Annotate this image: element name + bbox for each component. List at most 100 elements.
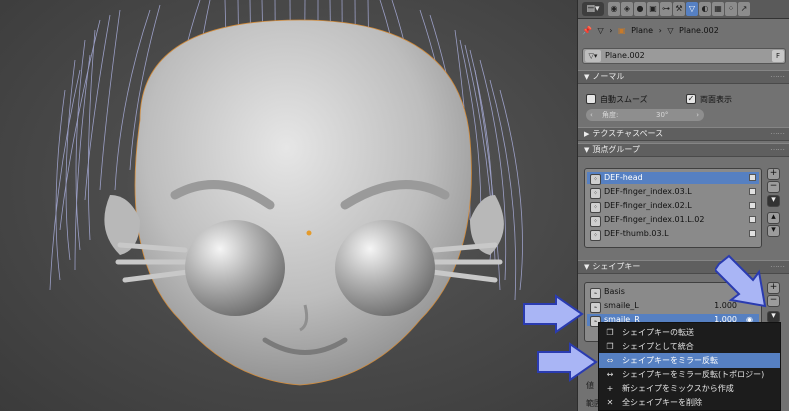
menu-item-mirror-topology[interactable]: ↔ シェイプキーをミラー反転(トポロジー)	[599, 367, 780, 382]
menu-item-label: シェイプキーの転送	[622, 328, 694, 337]
menu-item-transfer[interactable]: ❐ シェイプキーの転送	[599, 325, 780, 340]
object-icon[interactable]: ▣	[647, 2, 659, 16]
double-sided-checkbox[interactable]: ✓	[686, 94, 696, 104]
breadcrumb: 📌 ▽ › ▣ Plane › ▽ Plane.002	[582, 22, 786, 40]
render-icon[interactable]: ◉	[608, 2, 620, 16]
pin-icon[interactable]: 📌	[582, 26, 592, 35]
list-item[interactable]: ⁘ DEF-finger_index.03.L	[587, 186, 759, 199]
remove-vertex-group-button[interactable]: −	[767, 181, 780, 193]
breadcrumb-separator-1: ›	[609, 26, 613, 35]
object-origin[interactable]	[306, 230, 312, 236]
eye-left	[185, 220, 285, 316]
move-up-button[interactable]: ▴	[767, 212, 780, 224]
arrows-horizontal-icon: ⇔	[606, 356, 614, 365]
shape-key-name: Basis	[604, 287, 625, 296]
vertex-group-name: DEF-thumb.03.L	[604, 229, 669, 238]
expand-triangle-icon: ▼	[584, 73, 590, 81]
lock-icon[interactable]	[749, 216, 756, 223]
lock-icon[interactable]	[749, 174, 756, 181]
texture-space-panel-header[interactable]: ▶ テクスチャスペース ⋯⋯	[578, 127, 789, 141]
world-icon[interactable]: ●	[634, 2, 646, 16]
angle-left-arrow-icon[interactable]: ‹	[590, 109, 593, 121]
angle-right-arrow-icon[interactable]: ›	[696, 109, 699, 121]
collapse-triangle-icon: ▶	[584, 130, 590, 138]
move-down-button[interactable]: ▾	[767, 225, 780, 237]
x-icon: ✕	[606, 398, 614, 407]
vertex-group-name: DEF-finger_index.01.L.02	[604, 215, 705, 224]
auto-smooth-checkbox[interactable]	[586, 94, 596, 104]
copy-icon: ❐	[606, 342, 614, 351]
list-item[interactable]: ⁘ DEF-thumb.03.L	[587, 228, 759, 241]
double-sided-label: 両面表示	[700, 95, 732, 104]
drag-grip-icon[interactable]: ⋯⋯	[770, 144, 785, 156]
material-icon[interactable]: ◐	[699, 2, 711, 16]
character-head-render	[49, 0, 523, 386]
angle-label: 角度:	[602, 111, 619, 119]
vertex-group-icon: ⁘	[590, 188, 601, 199]
vertex-group-name: DEF-finger_index.03.L	[604, 187, 692, 196]
annotation-arrow-icon	[537, 342, 598, 382]
object-icon: ▣	[617, 26, 626, 35]
3d-viewport[interactable]	[0, 0, 577, 411]
shape-keys-title: シェイプキー	[592, 262, 641, 271]
properties-header: ▤▾ ◉ ◈ ● ▣ ⊶ ⚒ ▽ ◐ ▦ ⁘ ↗	[578, 0, 789, 19]
lock-icon[interactable]	[749, 202, 756, 209]
particles-icon[interactable]: ⁘	[725, 2, 737, 16]
lock-icon[interactable]	[749, 188, 756, 195]
vertex-group-list[interactable]: ⁘ DEF-head ⁘ DEF-finger_index.03.L ⁘ DEF-fi…	[584, 168, 762, 248]
expand-triangle-icon: ▼	[584, 263, 590, 271]
auto-smooth-label: 自動スムーズ	[600, 95, 648, 104]
vertex-group-icon: ⁘	[590, 202, 601, 213]
vertex-group-icon: ⁘	[590, 230, 601, 241]
breadcrumb-separator-2: ›	[658, 26, 662, 35]
constraints-icon[interactable]: ⊶	[660, 2, 672, 16]
annotation-arrow-icon	[715, 254, 767, 308]
list-item[interactable]: ⁘ DEF-finger_index.01.L.02	[587, 214, 759, 227]
menu-item-join-as-shapes[interactable]: ❐ シェイプとして統合	[599, 339, 780, 354]
menu-item-delete-all[interactable]: ✕ 全シェイプキーを削除	[599, 395, 780, 410]
scene-icon[interactable]: ◈	[621, 2, 633, 16]
eye-right	[335, 220, 435, 316]
vertex-group-specials-button[interactable]: ▾	[767, 195, 780, 207]
normals-panel-header[interactable]: ▼ ノーマル ⋯⋯	[578, 70, 789, 84]
properties-editor-icon[interactable]: ▤▾	[582, 2, 604, 16]
add-vertex-group-button[interactable]: +	[767, 168, 780, 180]
breadcrumb-object: Plane	[631, 26, 654, 35]
texture-space-title: テクスチャスペース	[592, 129, 664, 138]
shape-key-icon: ⌁	[590, 288, 601, 299]
physics-icon[interactable]: ↗	[738, 2, 750, 16]
menu-item-label: 全シェイプキーを削除	[622, 398, 702, 407]
vertex-group-icon: ⁘	[590, 216, 601, 227]
vertex-groups-title: 頂点グループ	[592, 145, 640, 154]
arrows-horizontal-icon: ↔	[606, 370, 614, 379]
data-icon[interactable]: ▽	[686, 2, 698, 16]
shape-key-name: smaile_L	[604, 301, 639, 310]
drag-grip-icon[interactable]: ⋯⋯	[770, 128, 785, 140]
menu-item-label: シェイプキーをミラー反転	[622, 356, 718, 365]
fake-user-button[interactable]: F	[772, 50, 784, 62]
copy-icon: ❐	[606, 328, 614, 337]
lock-icon[interactable]	[749, 230, 756, 237]
mesh-data-icon: ▽	[667, 26, 674, 35]
menu-item-label: 新シェイプをミックスから作成	[622, 384, 734, 393]
mesh-browse-icon[interactable]: ▽▾	[585, 50, 601, 62]
drag-grip-icon[interactable]: ⋯⋯	[770, 71, 785, 83]
normals-title: ノーマル	[592, 72, 625, 81]
shape-key-icon: ⌁	[590, 302, 601, 313]
menu-item-new-from-mix[interactable]: + 新シェイプをミックスから作成	[599, 381, 780, 396]
menu-item-mirror-shape-key[interactable]: ⇔ シェイプキーをミラー反転	[599, 353, 780, 368]
list-item[interactable]: ⁘ DEF-head	[587, 172, 759, 185]
menu-item-label: シェイプキーをミラー反転(トポロジー)	[622, 370, 765, 379]
angle-field[interactable]: ‹ 角度: 30° ›	[586, 109, 704, 121]
mesh-icon: ▽	[597, 26, 604, 35]
mesh-name[interactable]: Plane.002	[605, 49, 645, 63]
vertex-group-name: DEF-head	[604, 173, 643, 182]
list-item[interactable]: ⁘ DEF-finger_index.02.L	[587, 200, 759, 213]
mesh-datablock-field[interactable]: ▽▾ Plane.002 F	[582, 48, 786, 64]
vertex-groups-panel-header[interactable]: ▼ 頂点グループ ⋯⋯	[578, 143, 789, 157]
shape-key-specials-menu: ❐ シェイプキーの転送 ❐ シェイプとして統合 ⇔ シェイプキーをミラー反転 ↔ シェイ…	[598, 322, 781, 411]
plus-icon: +	[606, 384, 614, 393]
modifiers-icon[interactable]: ⚒	[673, 2, 685, 16]
vertex-group-name: DEF-finger_index.02.L	[604, 201, 692, 210]
texture-icon[interactable]: ▦	[712, 2, 724, 16]
